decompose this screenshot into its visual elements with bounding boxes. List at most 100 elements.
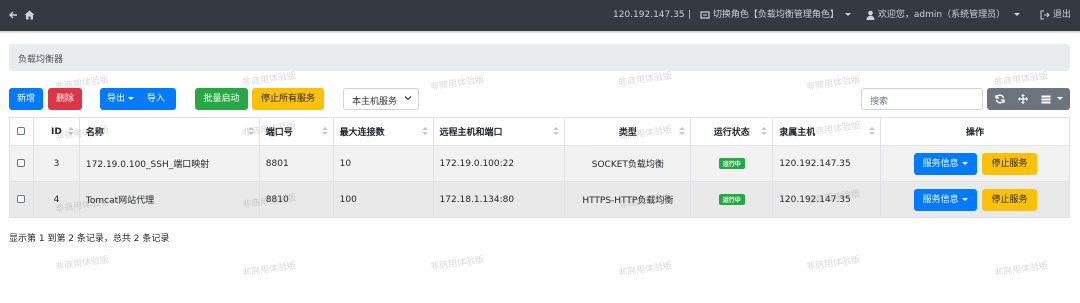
sort-icon <box>869 127 876 137</box>
chevron-down-icon <box>844 13 851 16</box>
watermark: 非商用体验版 <box>429 255 485 273</box>
watermark: 非商用体验版 <box>805 75 861 93</box>
stop-service-button[interactable]: 停止服务 <box>982 188 1037 211</box>
table-row: 4 Tomcat网站代理 8810 100 172.18.1.134:80 HT… <box>9 181 1070 218</box>
pagination-summary: 显示第 1 到第 2 条记录，总共 2 条记录 <box>9 234 170 244</box>
breadcrumb-label: 负载均衡器 <box>18 55 64 65</box>
chevron-down-icon <box>961 161 968 165</box>
batch-start-button[interactable]: 批量启动 <box>195 88 248 110</box>
load-balancer-table: ID 名称 端口号 最大连接数 远程主机和端口 类型 运行状态 隶属主机 操作 … <box>9 117 1070 218</box>
sort-icon <box>421 127 428 137</box>
chevron-down-icon <box>1056 97 1063 100</box>
breadcrumb: 负载均衡器 <box>9 44 1070 71</box>
cell-type: HTTPS-HTTP负载均衡 <box>564 181 692 218</box>
service-info-button[interactable]: 服务信息 <box>913 152 977 175</box>
cell-name: 172.19.0.100_SSH_端口映射 <box>78 145 260 182</box>
chevron-down-icon <box>1013 13 1020 16</box>
move-icon[interactable] <box>1018 88 1028 110</box>
col-header-id[interactable]: ID <box>32 117 80 146</box>
switch-role-icon <box>700 10 713 20</box>
sort-icon <box>761 127 768 137</box>
switch-role-menu[interactable]: 切换角色【负载均衡管理角色】 <box>700 9 851 22</box>
table-header-row: ID 名称 端口号 最大连接数 远程主机和端口 类型 运行状态 隶属主机 操作 <box>9 117 1070 146</box>
logout-label: 退出 <box>1052 10 1071 20</box>
col-header-status[interactable]: 运行状态 <box>690 117 774 146</box>
columns-icon[interactable] <box>1041 88 1063 110</box>
watermark: 非商用体验版 <box>241 261 297 279</box>
cell-type: SOCKET负载均衡 <box>564 145 692 182</box>
topbar-separator: | <box>688 10 692 20</box>
cell-host: 120.192.147.35 <box>772 145 882 182</box>
watermark: 非商用体验版 <box>54 255 110 273</box>
select-all-checkbox-cell[interactable] <box>9 117 34 146</box>
sort-icon <box>321 127 328 137</box>
user-icon <box>866 10 878 20</box>
user-menu[interactable]: 欢迎您，admin（系统管理员） <box>866 9 1020 22</box>
cell-host: 120.192.147.35 <box>772 181 882 218</box>
sort-icon <box>247 127 254 137</box>
export-button[interactable]: 导出 <box>107 94 135 104</box>
row-checkbox[interactable] <box>17 195 26 203</box>
cell-id: 3 <box>32 145 80 182</box>
col-header-actions: 操作 <box>880 117 1070 146</box>
row-checkbox[interactable] <box>17 159 26 167</box>
chevron-down-icon <box>128 97 135 100</box>
cell-port: 8801 <box>258 145 334 182</box>
sort-icon <box>67 127 74 137</box>
cell-actions: 服务信息 停止服务 <box>880 181 1070 218</box>
cell-max-conn: 100 <box>332 181 434 218</box>
watermark: 非商用体验版 <box>617 261 673 279</box>
stop-all-button[interactable]: 停止所有服务 <box>252 88 324 110</box>
navbar-shadow <box>0 31 1080 34</box>
scope-select[interactable]: 本主机服务 <box>343 88 419 110</box>
table-tools-group <box>987 88 1070 110</box>
status-badge: 运行中 <box>718 194 745 205</box>
logout-icon <box>1040 10 1053 20</box>
delete-button[interactable]: 删除 <box>48 88 82 110</box>
col-header-name[interactable]: 名称 <box>78 117 260 146</box>
cell-port: 8810 <box>258 181 334 218</box>
server-ip: 120.192.147.35 <box>613 10 685 20</box>
import-button[interactable]: 导入 <box>147 94 165 104</box>
select-all-checkbox[interactable] <box>17 127 26 135</box>
table-row: 3 172.19.0.100_SSH_端口映射 8801 10 172.19.0… <box>9 145 1070 182</box>
watermark: 非商用体验版 <box>429 75 485 93</box>
sort-icon <box>679 127 686 137</box>
logout-link[interactable]: 退出 <box>1040 9 1071 22</box>
watermark: 非商用体验版 <box>617 71 673 89</box>
service-info-button[interactable]: 服务信息 <box>913 188 977 211</box>
col-header-host[interactable]: 隶属主机 <box>772 117 882 146</box>
status-badge: 运行中 <box>718 158 745 169</box>
col-header-max-conn[interactable]: 最大连接数 <box>332 117 434 146</box>
cell-id: 4 <box>32 181 80 218</box>
chevron-down-icon <box>404 94 412 105</box>
chevron-down-icon <box>961 197 968 201</box>
switch-role-label: 切换角色 <box>712 10 749 20</box>
watermark: 非商用体验版 <box>805 255 861 273</box>
row-checkbox-cell[interactable] <box>9 145 34 182</box>
add-button[interactable]: 新增 <box>9 88 43 110</box>
scope-select-value: 本主机服务 <box>352 97 398 107</box>
watermark: 非商用体验版 <box>241 71 297 89</box>
stop-service-button[interactable]: 停止服务 <box>982 152 1037 175</box>
refresh-icon[interactable] <box>995 88 1005 110</box>
cell-status: 运行中 <box>690 145 774 182</box>
cell-name: Tomcat网站代理 <box>78 181 260 218</box>
current-role: 【负载均衡管理角色】 <box>748 10 839 20</box>
cell-remote: 172.19.0.100:22 <box>432 145 566 182</box>
watermark: 非商用体验版 <box>993 261 1049 279</box>
cell-remote: 172.18.1.134:80 <box>432 181 566 218</box>
search-input[interactable]: 搜索 <box>861 88 983 110</box>
home-icon[interactable] <box>24 9 35 22</box>
col-header-remote[interactable]: 远程主机和端口 <box>432 117 566 146</box>
watermark: 非商用体验版 <box>993 71 1049 89</box>
export-import-group: 导出 导入 <box>100 88 176 110</box>
cell-max-conn: 10 <box>332 145 434 182</box>
back-arrow-icon[interactable] <box>8 9 18 22</box>
col-header-type[interactable]: 类型 <box>564 117 692 146</box>
top-navbar: 120.192.147.35 | 切换角色【负载均衡管理角色】 欢迎您，admi… <box>0 0 1080 31</box>
col-header-port[interactable]: 端口号 <box>258 117 334 146</box>
row-checkbox-cell[interactable] <box>9 181 34 218</box>
cell-status: 运行中 <box>690 181 774 218</box>
welcome-text: 欢迎您， <box>877 10 914 20</box>
